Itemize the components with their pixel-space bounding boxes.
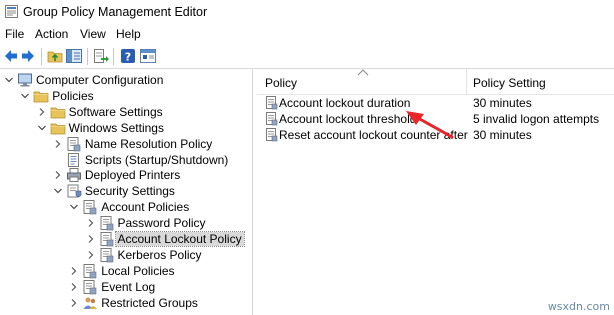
tree-item[interactable]: Software Settings: [0, 104, 252, 120]
tree-item[interactable]: Account Policies: [0, 199, 252, 215]
policy-setting-icon: [265, 111, 279, 127]
console-tree[interactable]: Computer Configuration Policies Software S…: [0, 69, 253, 315]
chevron-down-icon[interactable]: [37, 122, 47, 132]
tree-item[interactable]: Account Lockout Policy: [0, 231, 252, 247]
policy-icon: [99, 231, 115, 247]
chevron-right-icon[interactable]: [86, 249, 96, 259]
chevron-right-icon[interactable]: [69, 281, 79, 291]
column-divider[interactable]: [466, 69, 467, 94]
watermark: wsxdn.com: [547, 300, 610, 313]
tree-item[interactable]: Computer Configuration: [0, 72, 252, 88]
tree-item[interactable]: Local Policies: [0, 263, 252, 279]
tree-item[interactable]: Kerberos Policy: [0, 247, 252, 263]
column-header-policy[interactable]: Policy: [265, 76, 297, 90]
toolbar-separator: [87, 48, 88, 65]
tree-item-label: Policies: [52, 88, 94, 103]
tree-item[interactable]: Restricted Groups: [0, 295, 252, 311]
policy-name: Account lockout duration: [279, 96, 411, 110]
list-header: Policy Policy Setting: [257, 69, 614, 95]
chevron-down-icon[interactable]: [69, 201, 79, 211]
policy-icon: [82, 279, 98, 295]
chevron-right-icon[interactable]: [69, 297, 79, 307]
tree-item-label: Local Policies: [101, 263, 175, 278]
policy-setting-value: 5 invalid logon attempts: [473, 112, 600, 126]
toolbar-separator: [41, 48, 42, 65]
chevron-right-icon[interactable]: [53, 169, 63, 180]
policy-icon: [66, 136, 82, 152]
group-policy-app-icon: [5, 5, 18, 18]
policy-name: Account lockout threshold: [279, 112, 417, 126]
policy-setting-value: 30 minutes: [473, 96, 532, 110]
tree-item[interactable]: Event Log: [0, 279, 252, 295]
tree-item-label: Computer Configuration: [36, 73, 164, 87]
tree-item-label: Software Settings: [68, 104, 163, 119]
tree-item-label: Kerberos Policy: [117, 247, 202, 262]
window-title: Group Policy Management Editor: [23, 5, 208, 19]
folder-icon: [33, 88, 49, 104]
menu-file[interactable]: File: [5, 27, 24, 41]
computer-icon: [17, 72, 33, 88]
tree-item[interactable]: Windows Settings: [0, 120, 252, 136]
tree-item-label: Security Settings: [84, 184, 175, 199]
help-icon[interactable]: ?: [120, 48, 136, 64]
policy-icon: [82, 263, 98, 279]
tree-item[interactable]: Password Policy: [0, 215, 252, 231]
show-hide-tree-icon[interactable]: [66, 48, 82, 64]
tree-item[interactable]: Name Resolution Policy: [0, 136, 252, 152]
back-arrow-icon[interactable]: [3, 48, 19, 64]
policy-icon: [82, 199, 98, 215]
security-icon: [66, 183, 82, 199]
policy-list-pane: Policy Policy Setting Account lockout du…: [257, 69, 614, 315]
tree-item-label: Windows Settings: [68, 120, 164, 135]
folder-icon: [50, 104, 66, 120]
toolbar-separator: [113, 48, 114, 65]
policy-setting-value: 30 minutes: [473, 128, 532, 142]
chevron-right-icon[interactable]: [86, 233, 96, 243]
tree-item[interactable]: Policies: [0, 88, 252, 104]
chevron-down-icon[interactable]: [20, 90, 30, 100]
policy-icon: [99, 215, 115, 231]
sort-caret-icon: [357, 69, 369, 76]
tree-item[interactable]: Security Settings: [0, 183, 252, 199]
tree-item[interactable]: Scripts (Startup/Shutdown): [0, 152, 252, 168]
menu-help[interactable]: Help: [116, 27, 141, 41]
tree-item-label: Restricted Groups: [101, 295, 198, 310]
tree-item[interactable]: Deployed Printers: [0, 167, 252, 183]
tree-item-label: Name Resolution Policy: [84, 136, 213, 151]
tree-item-label: Event Log: [101, 279, 156, 294]
menu-bar: File Action View Help: [0, 24, 614, 44]
chevron-down-icon[interactable]: [53, 185, 63, 195]
forward-arrow-icon[interactable]: [20, 48, 36, 64]
menu-view[interactable]: View: [80, 27, 106, 41]
policy-setting-icon: [265, 127, 279, 143]
title-bar: Group Policy Management Editor: [0, 0, 614, 24]
restricted-groups-icon: [82, 295, 98, 311]
tree-item-label: Scripts (Startup/Shutdown): [84, 152, 229, 167]
tree-item-label: Deployed Printers: [84, 168, 181, 183]
column-header-policy-setting[interactable]: Policy Setting: [473, 76, 546, 90]
red-annotation-arrow: [406, 111, 454, 139]
properties-icon[interactable]: [140, 48, 156, 64]
up-folder-icon[interactable]: [47, 48, 63, 64]
menu-action[interactable]: Action: [35, 27, 68, 41]
chevron-right-icon[interactable]: [53, 138, 63, 148]
chevron-right-icon[interactable]: [37, 106, 47, 116]
printer-icon: [66, 167, 82, 183]
policy-icon: [99, 247, 115, 263]
export-list-icon[interactable]: [93, 48, 109, 64]
folder-icon: [50, 120, 66, 136]
tree-item-label: Account Policies: [101, 200, 190, 215]
chevron-right-icon[interactable]: [69, 265, 79, 275]
tree-item-label: Account Lockout Policy: [114, 231, 245, 247]
script-icon: [66, 152, 82, 168]
tree-item-label: Password Policy: [117, 216, 206, 231]
toolbar: ?: [0, 44, 614, 69]
policy-setting-icon: [265, 95, 279, 111]
chevron-right-icon[interactable]: [86, 217, 96, 228]
chevron-down-icon[interactable]: [4, 74, 14, 84]
svg-text:?: ?: [125, 51, 131, 64]
